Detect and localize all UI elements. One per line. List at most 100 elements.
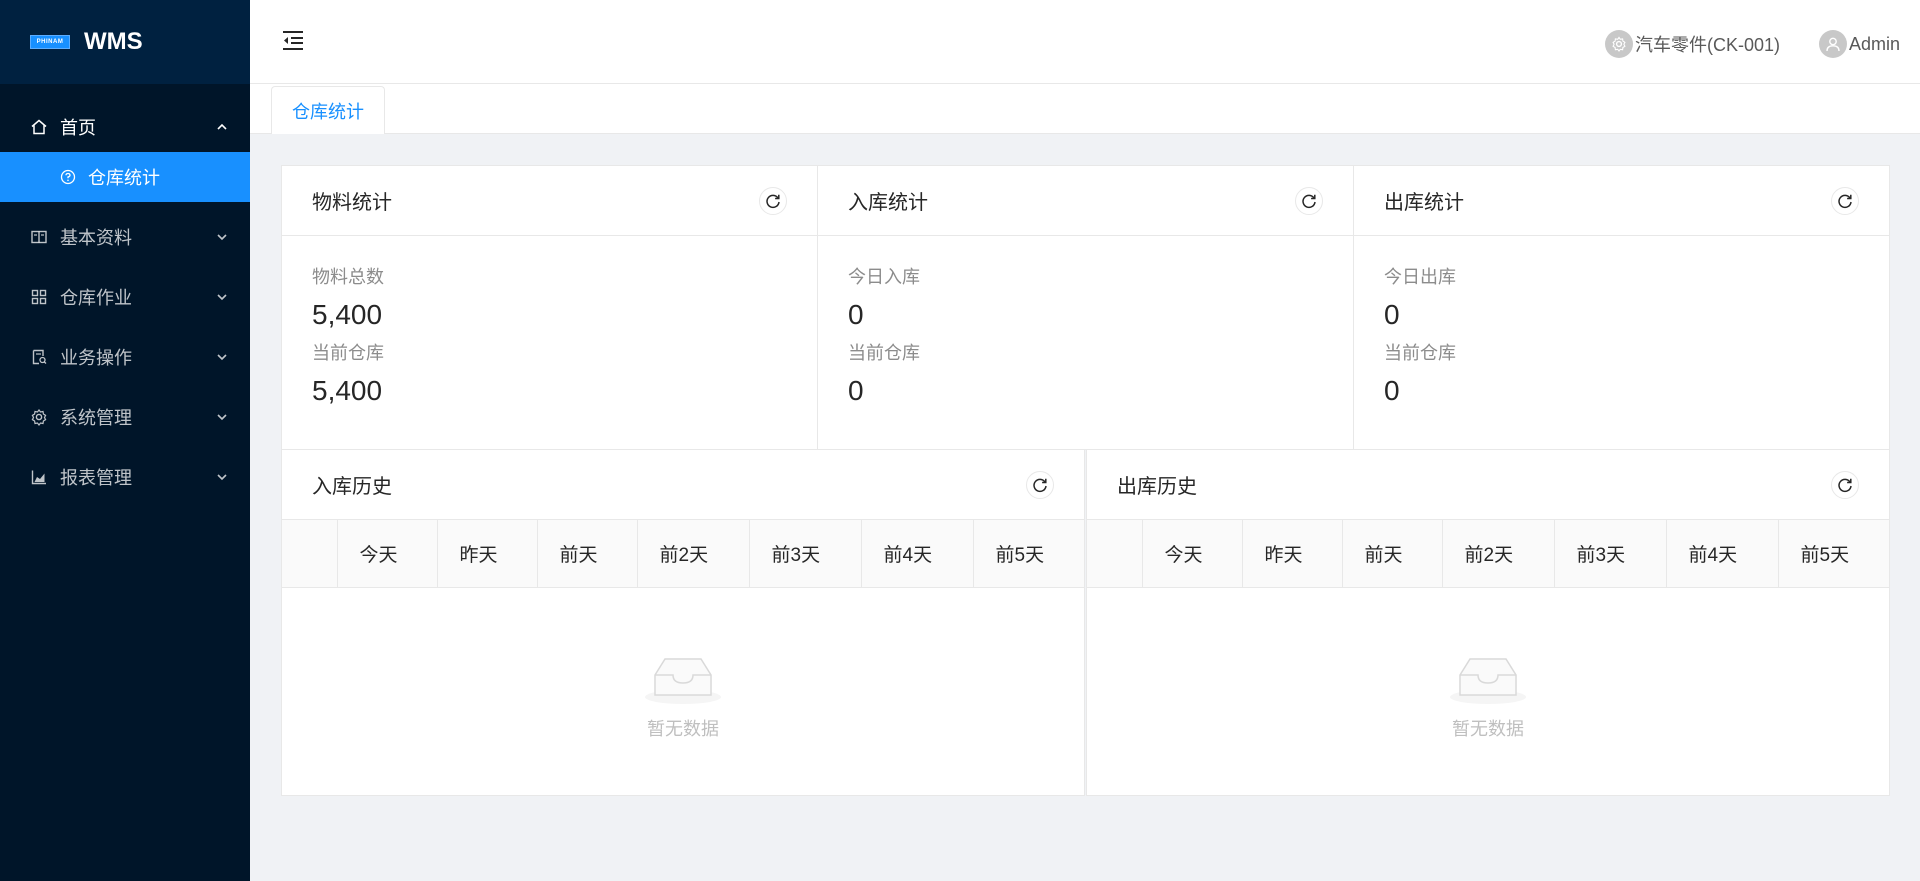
sidebar-item-business-ops[interactable]: 业务操作 [0,332,250,382]
inbound-stats-card: 入库统计 今日入库 0 当前仓库 0 [817,165,1354,450]
column-header: 前天 [1342,520,1443,588]
appstore-icon [30,288,48,306]
empty-text: 暂无数据 [1452,718,1524,739]
sidebar-item-label: 首页 [60,118,96,138]
chevron-down-icon [216,411,228,423]
card-title: 出库统计 [1384,192,1464,214]
column-header: 昨天 [1242,520,1343,588]
stat-value: 0 [848,375,864,406]
sidebar-item-label: 仓库作业 [60,288,132,308]
column-header: 前3天 [1554,520,1667,588]
card-title: 物料统计 [312,192,392,214]
outbound-stats-card: 出库统计 今日出库 0 当前仓库 0 [1353,165,1890,450]
app-name: WMS [84,28,143,55]
sidebar-item-label: 业务操作 [60,348,132,368]
refresh-button[interactable] [1831,186,1859,215]
outbound-history-table: 今天 昨天 前天 前2天 前3天 前4天 前5天 [1087,520,1889,588]
empty-state: 暂无数据 [1087,588,1889,796]
home-icon [30,118,48,136]
book-icon [30,228,48,246]
tab-warehouse-stats[interactable]: 仓库统计 [271,86,385,134]
user-icon [1826,37,1840,52]
stat-value: 0 [1384,299,1400,330]
stat-value: 5,400 [312,299,383,330]
stat-label: 当前仓库 [1384,343,1456,363]
logo[interactable]: PHINAM WMS [0,0,250,84]
chevron-down-icon [216,231,228,243]
sidebar-item-warehouse-stats[interactable]: 仓库统计 [0,152,250,202]
top-header: 汽车零件(CK-001) Admin [250,0,1920,84]
refresh-button[interactable] [1295,186,1323,215]
column-header [1087,520,1143,588]
inbound-history-card: 入库历史 今天 昨天 前天 前2天 前3天 前4天 前5天 暂无数据 [281,449,1085,796]
empty-inbox-icon [645,657,721,704]
stat-label: 今日出库 [1384,267,1456,287]
column-header: 前4天 [1666,520,1779,588]
column-header: 前5天 [1778,520,1889,588]
sidebar-item-label: 基本资料 [60,228,132,248]
sidebar: PHINAM WMS 首页 仓库统计 基本资料 仓库作业 业务操作 系统管理 报… [0,0,250,881]
stat-value: 0 [1384,375,1400,406]
stat-label: 当前仓库 [312,343,384,363]
chevron-up-icon [216,121,228,133]
column-header [282,520,338,588]
refresh-button[interactable] [1026,470,1054,499]
reload-icon [766,194,780,208]
stat-label: 物料总数 [312,267,384,287]
chevron-down-icon [216,471,228,483]
warehouse-selector[interactable]: 汽车零件(CK-001) [1604,30,1780,58]
avatar [1818,30,1847,58]
reload-icon [1838,194,1852,208]
column-header: 前天 [537,520,638,588]
reload-icon [1302,194,1316,208]
card-title: 入库历史 [312,476,392,498]
stat-value: 5,400 [312,375,383,406]
side-menu: 首页 仓库统计 基本资料 仓库作业 业务操作 系统管理 报表管理 [0,102,250,502]
inbound-history-table: 今天 昨天 前天 前2天 前3天 前4天 前5天 [282,520,1084,588]
warehouse-name: 汽车零件(CK-001) [1634,35,1780,55]
setting-icon [30,408,48,426]
card-title: 入库统计 [848,192,928,214]
sidebar-item-system[interactable]: 系统管理 [0,392,250,442]
sidebar-item-basic-data[interactable]: 基本资料 [0,212,250,262]
warehouse-setting-icon [1604,30,1633,58]
sidebar-item-warehouse-ops[interactable]: 仓库作业 [0,272,250,322]
stat-label: 今日入库 [848,267,920,287]
user-name: Admin [1848,33,1900,54]
reload-icon [1033,478,1047,492]
card-title: 出库历史 [1117,476,1197,498]
column-header: 今天 [337,520,438,588]
reload-icon [1838,478,1852,492]
sidebar-item-label: 报表管理 [60,468,132,488]
column-header: 前2天 [637,520,750,588]
column-header: 前4天 [861,520,974,588]
column-header: 前5天 [973,520,1084,588]
menu-fold-button[interactable] [280,28,306,52]
sidebar-subitem-label: 仓库统计 [88,168,160,188]
chevron-down-icon [216,351,228,363]
refresh-button[interactable] [759,186,787,215]
column-header: 前2天 [1442,520,1555,588]
column-header: 昨天 [437,520,538,588]
logo-badge: PHINAM [30,35,70,49]
user-menu[interactable]: Admin [1818,30,1900,58]
empty-state: 暂无数据 [282,588,1084,796]
sidebar-item-home[interactable]: 首页 [0,102,250,152]
question-circle-icon [60,169,76,185]
audit-icon [30,348,48,366]
material-stats-card: 物料统计 物料总数 5,400 当前仓库 5,400 [281,165,818,450]
refresh-button[interactable] [1831,470,1859,499]
menu-fold-icon [283,31,303,50]
empty-text: 暂无数据 [647,718,719,739]
column-header: 前3天 [749,520,862,588]
empty-inbox-icon [1450,657,1526,704]
stat-label: 当前仓库 [848,343,920,363]
column-header: 今天 [1142,520,1243,588]
sidebar-item-label: 系统管理 [60,408,132,428]
sidebar-item-reports[interactable]: 报表管理 [0,452,250,502]
stat-value: 0 [848,299,864,330]
tabs-bar: 仓库统计 [250,84,1920,134]
area-chart-icon [30,468,48,486]
outbound-history-card: 出库历史 今天 昨天 前天 前2天 前3天 前4天 前5天 暂无数据 [1086,449,1890,796]
chevron-down-icon [216,291,228,303]
